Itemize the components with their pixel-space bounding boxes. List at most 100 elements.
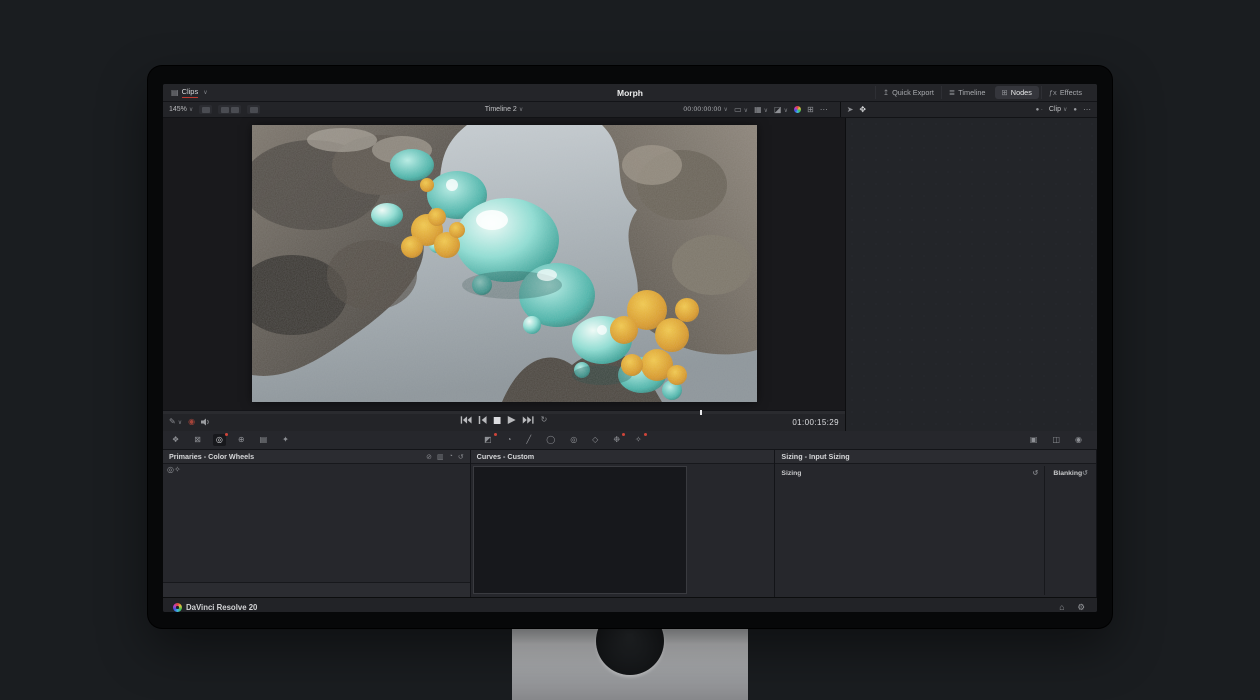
settings-icon[interactable]: ⚙: [1077, 602, 1085, 613]
gallery-icon[interactable]: ❖: [169, 434, 182, 446]
step-back-button[interactable]: [479, 416, 487, 424]
more-icon[interactable]: ⋯: [820, 106, 828, 114]
clip-selector[interactable]: Clip∨: [1049, 106, 1067, 113]
button-label: Nodes: [1011, 88, 1032, 97]
blanking-label: Blanking: [1053, 470, 1082, 477]
palette-icons-mid: ◩ ◔ ╱ ◯ ◎ ◇ ❉ ✧: [481, 434, 645, 446]
timeline-selector[interactable]: Timeline 2∨: [485, 106, 523, 113]
project-title: Morph: [617, 88, 643, 98]
viewer-toolbar-right: 00:00:00:00∨ ▭∨ ▦∨ ◪∨ ⊞ ⋯: [683, 106, 833, 114]
qualifier-icon[interactable]: ╱: [523, 434, 534, 446]
lut-browser-icon[interactable]: ⊠: [191, 434, 204, 446]
clips-tab[interactable]: ▤ Clips ∨: [171, 87, 208, 98]
quick-export-icon: ↥: [883, 89, 889, 97]
play-button[interactable]: [508, 416, 516, 424]
motion-effects-icon[interactable]: ✦: [279, 434, 292, 446]
primaries-adjustments: ◎✧: [163, 464, 470, 476]
transport-bar: ✎∨ ◉: [163, 410, 845, 431]
lightbox-icon[interactable]: ▣: [1027, 434, 1041, 446]
viewer-image: [252, 125, 757, 402]
blur-icon[interactable]: ❉: [610, 434, 623, 446]
node-more-icon[interactable]: ⋯: [1083, 106, 1091, 114]
node-nav-dots[interactable]: ● ·: [1036, 107, 1043, 113]
viewer[interactable]: [163, 118, 845, 410]
button-label: Effects: [1060, 88, 1082, 97]
loop-icon[interactable]: ↻: [541, 416, 548, 424]
media-pool-icon: ▤: [171, 89, 179, 97]
curve-controls: [689, 464, 775, 597]
resolve-logo-icon: [173, 603, 182, 612]
primaries-panel: Primaries - Color Wheels ⊘ ▥ ◔ ↺ ◎✧: [163, 450, 471, 597]
button-label: Quick Export: [892, 88, 934, 97]
pan-tool-icon[interactable]: ✥: [859, 106, 866, 114]
chevron-down-icon: ∨: [203, 89, 207, 96]
viewer-mode-group-1[interactable]: [199, 105, 212, 114]
blanking-reset-icon[interactable]: ↺: [1082, 469, 1088, 477]
viewer-mode-group-3[interactable]: [247, 105, 260, 114]
sizing-reset-icon[interactable]: ↺: [1033, 469, 1039, 477]
stop-button[interactable]: [494, 417, 501, 424]
primaries-header-icon-3[interactable]: ↺: [458, 453, 464, 461]
sizing-title: Sizing - Input Sizing: [781, 452, 849, 461]
node-dot: ●: [1073, 107, 1077, 113]
palette-bar: ❖ ⊠ ◎ ⊕ ▤ ✦ ◩ ◔ ╱ ◯ ◎ ◇ ❉ ✧ ▣ ◫ ◉: [163, 431, 1097, 450]
annotation-tool-icon[interactable]: ✎∨: [169, 418, 182, 426]
top-button-timeline[interactable]: ≣Timeline: [941, 86, 993, 99]
viewer-mode-group-2[interactable]: [218, 105, 241, 114]
wipe-icon[interactable]: ◪∨: [774, 106, 788, 114]
timeline-icon: ≣: [949, 89, 955, 97]
auto-balance-icon[interactable]: ◎: [167, 466, 174, 474]
palette-icons-left: ❖ ⊠ ◎ ⊕ ▤ ✦: [169, 434, 292, 446]
node-graph[interactable]: [845, 118, 1097, 431]
expand-icon[interactable]: ⊞: [807, 106, 814, 114]
goto-end-button[interactable]: [523, 416, 534, 424]
top-button-nodes[interactable]: ⊞Nodes: [995, 86, 1039, 99]
power-window-icon[interactable]: ◯: [543, 434, 558, 446]
primaries-title: Primaries - Color Wheels: [169, 452, 254, 461]
curve-graph[interactable]: [473, 466, 687, 594]
magic-mask-icon[interactable]: ◇: [589, 434, 601, 446]
app-identity: DaVinci Resolve 20: [163, 603, 257, 612]
playhead[interactable]: [700, 410, 702, 415]
nodes-icon: ⊞: [1002, 89, 1008, 97]
tracker-icon[interactable]: ◎: [567, 434, 580, 446]
top-button-quick-export[interactable]: ↥Quick Export: [875, 86, 941, 99]
transport-controls: ↻: [461, 416, 548, 424]
picker-icon[interactable]: ✧: [174, 466, 181, 474]
color-wheels-icon[interactable]: ◎: [213, 434, 226, 446]
stills-icon[interactable]: ▦∨: [754, 106, 768, 114]
button-label: Timeline: [958, 88, 985, 97]
primaries-header-icon-1[interactable]: ▥: [437, 453, 444, 461]
palette-icons-right: ▣ ◫ ◉: [1027, 434, 1085, 446]
color-warper-icon[interactable]: ◔: [504, 434, 515, 446]
split-screen-icon[interactable]: ◫: [1049, 434, 1063, 446]
palette-panels: Primaries - Color Wheels ⊘▥◔↺ ◎✧ Curves …: [163, 450, 1097, 597]
main-area: ✎∨ ◉: [163, 118, 1097, 431]
flag-icon[interactable]: ◉: [188, 418, 195, 426]
aspect-icon[interactable]: ▭∨: [734, 106, 748, 114]
sizing-group-label: Sizing: [781, 470, 801, 477]
info-icon[interactable]: ◉: [1072, 434, 1085, 446]
rgb-mixer-icon[interactable]: ▤: [257, 434, 271, 446]
grade-preview-icon[interactable]: [794, 106, 801, 113]
cursor-tool-icon[interactable]: ➤: [847, 106, 854, 114]
key-icon[interactable]: ✧: [632, 434, 645, 446]
volume-icon[interactable]: [201, 418, 211, 426]
desk-background: ▤ Clips ∨ Morph ↥Quick Export≣Timeline⊞N…: [0, 0, 1260, 700]
timeline-scrubber[interactable]: [163, 411, 845, 414]
primaries-header-icon-0[interactable]: ⊘: [426, 453, 432, 461]
top-button-effects[interactable]: ƒxEffects: [1041, 86, 1089, 99]
viewer-toolbar-left: 145%∨ Timeline 2∨ 00:00:00:00∨ ▭∨ ▦∨ ◪∨ …: [163, 102, 840, 117]
node-toolbar: ➤ ✥ ● · Clip∨ ● ⋯: [840, 102, 1097, 117]
overlay-timecode-dropdown[interactable]: 00:00:00:00∨: [683, 106, 728, 113]
zoom-level-dropdown[interactable]: 145%∨: [169, 106, 193, 113]
goto-start-button[interactable]: [461, 416, 472, 424]
top-bar: ▤ Clips ∨ Morph ↥Quick Export≣Timeline⊞N…: [163, 84, 1097, 102]
primaries-header-icon-2[interactable]: ◔: [449, 453, 453, 461]
curves-icon[interactable]: ◩: [481, 434, 495, 446]
home-icon[interactable]: ⌂: [1059, 602, 1064, 613]
clips-label: Clips: [182, 87, 199, 98]
app-window: ▤ Clips ∨ Morph ↥Quick Export≣Timeline⊞N…: [163, 84, 1097, 612]
current-timecode: 01:00:15:29: [792, 418, 839, 427]
hdr-grade-icon[interactable]: ⊕: [235, 434, 248, 446]
